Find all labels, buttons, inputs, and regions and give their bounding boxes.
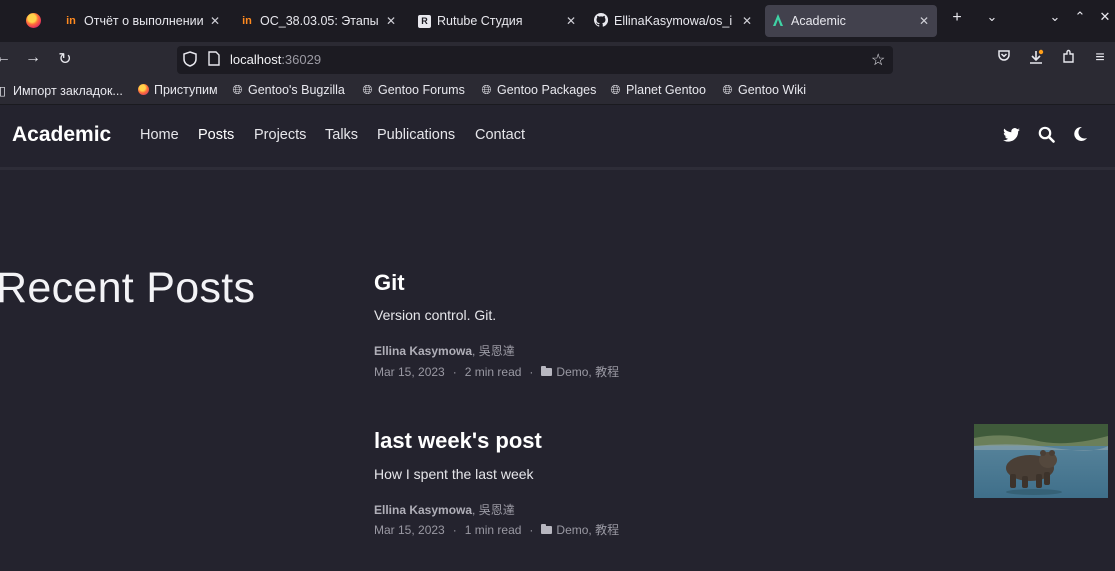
author-link[interactable]: Ellina Kasymowa <box>374 503 472 517</box>
bookmark-label: Импорт закладок... <box>13 84 123 98</box>
minimize-icon[interactable]: ⌄ <box>1044 9 1066 25</box>
page-info-icon[interactable] <box>208 51 220 69</box>
search-icon[interactable] <box>1038 126 1055 148</box>
post-title-link[interactable]: Git <box>374 270 405 296</box>
tab-title: EllinaKasymowa/os_i <box>614 14 733 28</box>
list-tabs-icon[interactable]: ⌄ <box>981 9 1003 25</box>
url-host: localhost <box>230 52 282 67</box>
bookmark-planet-gentoo[interactable]: 🌐︎ Planet Gentoo <box>609 83 706 98</box>
close-window-icon[interactable]: ✕ <box>1094 9 1115 25</box>
back-icon[interactable]: ← <box>0 49 14 67</box>
bookmark-gentoo-bugzilla[interactable]: 🌐︎ Gentoo's Bugzilla <box>231 83 345 98</box>
shield-icon[interactable] <box>183 51 197 70</box>
tab-title: ОС_38.03.05: Этапы <box>260 14 379 28</box>
close-tab-icon[interactable]: ✕ <box>919 14 929 28</box>
post-date: Mar 15, 2023 <box>374 365 445 379</box>
url-text[interactable]: localhost:36029 <box>230 52 321 67</box>
bookmark-star-icon[interactable]: ☆ <box>871 50 885 70</box>
moon-icon[interactable] <box>1073 126 1088 147</box>
browser-tab[interactable]: EllinaKasymowa/os_i ✕ <box>588 5 760 37</box>
reading-time: 1 min read <box>464 523 522 537</box>
nav-link-posts[interactable]: Posts <box>198 127 234 143</box>
browser-tab[interactable]: in Отчёт о выполнении ✕ <box>58 5 228 37</box>
forward-icon[interactable]: → <box>22 49 44 67</box>
firefox-icon <box>137 83 150 97</box>
bookmark-label: Gentoo Wiki <box>738 83 807 97</box>
navigation-toolbar: ← → ↻ localhost:36029 ☆ ≡ <box>0 42 1115 78</box>
author-rest: , 吳恩達 <box>472 344 515 358</box>
tab-title: Отчёт о выполнении <box>84 14 204 28</box>
firefox-icon[interactable] <box>26 13 41 28</box>
in-favicon-icon: in <box>66 15 76 27</box>
reading-time: 2 min read <box>464 365 522 379</box>
bookmark-label: Planet Gentoo <box>626 83 706 97</box>
bookmark-label: Gentoo Packages <box>497 83 597 97</box>
post-categories[interactable]: Demo, 教程 <box>556 523 619 537</box>
url-bar[interactable]: localhost:36029 ☆ <box>177 46 893 74</box>
site-navbar: Academic Home Posts Projects Talks Publi… <box>0 105 1115 170</box>
post-meta: Mar 15, 2023 · 1 min read · Demo, 教程 <box>374 523 620 537</box>
pocket-icon[interactable] <box>993 49 1015 68</box>
bookmark-gentoo-packages[interactable]: 🌐︎ Gentoo Packages <box>480 83 596 98</box>
browser-tab-bar: in Отчёт о выполнении ✕ in ОС_38.03.05: … <box>0 0 1115 42</box>
bookmark-gentoo-forums[interactable]: 🌐︎ Gentoo Forums <box>361 83 465 98</box>
site-brand[interactable]: Academic <box>12 123 111 147</box>
reload-icon[interactable]: ↻ <box>54 49 76 69</box>
bookmark-gentoo-wiki[interactable]: 🌐︎ Gentoo Wiki <box>721 83 806 98</box>
author-link[interactable]: Ellina Kasymowa <box>374 344 472 358</box>
close-tab-icon[interactable]: ✕ <box>210 14 220 28</box>
tab-title: Rutube Студия <box>437 14 523 28</box>
bookmark-label: Gentoo Forums <box>378 83 465 97</box>
downloads-icon[interactable] <box>1025 49 1047 70</box>
bookmark-import[interactable]: ▯ Импорт закладок... <box>0 83 123 98</box>
nav-link-publications[interactable]: Publications <box>377 127 455 143</box>
globe-icon: 🌐︎ <box>481 83 492 97</box>
globe-icon: 🌐︎ <box>610 83 621 97</box>
nav-link-home[interactable]: Home <box>140 127 179 143</box>
post-authors: Ellina Kasymowa, 吳恩達 <box>374 342 515 359</box>
section-title: Recent Posts <box>0 264 256 312</box>
globe-icon: 🌐︎ <box>362 83 373 97</box>
post-title-link[interactable]: last week's post <box>374 428 542 454</box>
post-summary: Version control. Git. <box>374 307 497 323</box>
nav-link-contact[interactable]: Contact <box>475 127 525 143</box>
twitter-icon[interactable] <box>1003 127 1020 147</box>
bookmark-label: Gentoo's Bugzilla <box>248 83 345 97</box>
post-categories[interactable]: Demo, 教程 <box>556 365 619 379</box>
globe-icon: 🌐︎ <box>722 83 733 97</box>
post-thumbnail[interactable] <box>974 424 1108 498</box>
bookmark-get-started[interactable]: Приступим <box>137 83 218 97</box>
post-date: Mar 15, 2023 <box>374 523 445 537</box>
nav-link-projects[interactable]: Projects <box>254 127 306 143</box>
import-icon: ▯ <box>0 84 6 98</box>
new-tab-icon[interactable]: + <box>946 9 968 27</box>
bookmarks-toolbar: ▯ Импорт закладок... Приступим 🌐︎ Gentoo's… <box>0 78 1115 105</box>
maximize-icon[interactable]: ⌃ <box>1069 9 1091 25</box>
globe-icon: 🌐︎ <box>232 83 243 97</box>
in-favicon-icon: in <box>242 15 252 27</box>
extensions-icon[interactable] <box>1057 49 1079 69</box>
author-rest: , 吳恩達 <box>472 503 515 517</box>
rutube-favicon-icon: R <box>418 14 431 28</box>
tab-title: Academic <box>791 14 846 28</box>
browser-tab[interactable]: R Rutube Студия ✕ <box>412 5 584 37</box>
bookmark-label: Приступим <box>154 83 218 97</box>
browser-tab[interactable]: in ОС_38.03.05: Этапы ✕ <box>234 5 404 37</box>
github-icon <box>593 12 609 30</box>
close-tab-icon[interactable]: ✕ <box>386 14 396 28</box>
browser-tab-active[interactable]: Academic ✕ <box>765 5 937 37</box>
nav-link-talks[interactable]: Talks <box>325 127 358 143</box>
folder-icon <box>541 524 553 534</box>
post-summary: How I spent the last week <box>374 466 534 482</box>
close-tab-icon[interactable]: ✕ <box>566 14 576 28</box>
menu-icon[interactable]: ≡ <box>1089 49 1111 67</box>
folder-icon <box>541 366 553 376</box>
close-tab-icon[interactable]: ✕ <box>742 14 752 28</box>
post-meta: Mar 15, 2023 · 2 min read · Demo, 教程 <box>374 365 620 379</box>
url-port: :36029 <box>281 52 322 67</box>
academic-favicon-icon <box>771 13 785 30</box>
post-authors: Ellina Kasymowa, 吳恩達 <box>374 501 515 518</box>
